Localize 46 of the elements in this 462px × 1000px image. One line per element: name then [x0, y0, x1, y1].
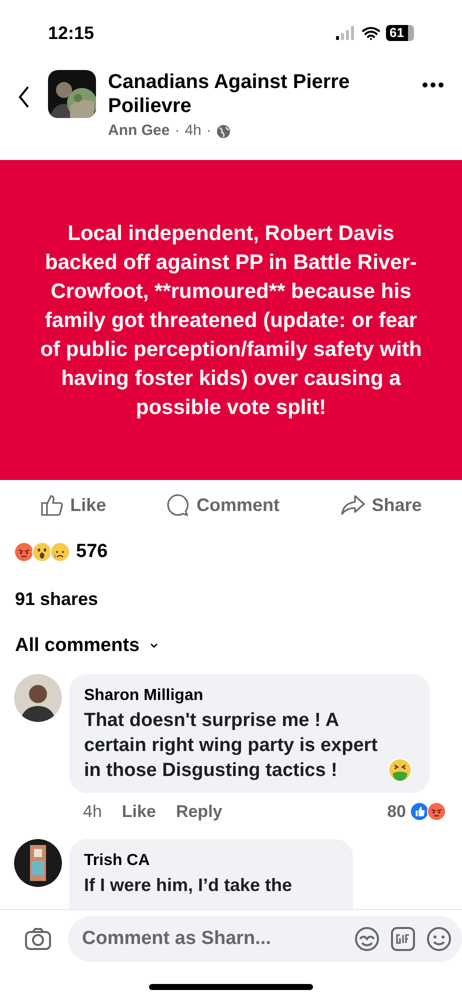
camera-button[interactable] — [24, 927, 52, 951]
commenter-avatar — [14, 674, 62, 722]
chevron-down-icon — [150, 643, 158, 649]
post-author[interactable]: Ann Gee — [108, 120, 170, 142]
like-button[interactable]: Like — [40, 492, 106, 518]
angry-face-icon — [427, 802, 446, 822]
more-button[interactable] — [422, 82, 444, 88]
back-button[interactable] — [18, 86, 30, 108]
comment-button[interactable]: Comment — [166, 492, 280, 518]
camera-icon — [24, 927, 52, 951]
angry-face-icon — [14, 542, 34, 562]
emoji-icon[interactable] — [426, 926, 452, 952]
like-link[interactable]: Like — [122, 799, 156, 824]
comment-time: 4h — [83, 801, 102, 823]
reaction-count[interactable]: 576 — [76, 538, 108, 566]
battery-level: 61 — [386, 25, 414, 41]
reply-link[interactable]: Reply — [176, 799, 222, 824]
share-button[interactable]: Share — [340, 492, 422, 518]
comment-text: If I were him, I’d take the — [84, 874, 294, 896]
thumbs-up-icon — [40, 494, 64, 516]
separator-dot: · — [206, 121, 212, 141]
share-arrow-icon — [340, 494, 366, 516]
wifi-icon — [362, 26, 380, 40]
post-time: 4h — [184, 121, 202, 141]
globe-icon — [216, 124, 232, 139]
commenter-avatar — [14, 838, 62, 886]
share-count[interactable]: 91 shares — [15, 586, 98, 612]
comment-input[interactable]: Comment as Sharn... — [82, 924, 344, 954]
comments-filter[interactable]: All comments — [15, 632, 158, 660]
commenter-name[interactable]: Trish CA — [84, 848, 338, 872]
speech-bubble-icon — [166, 493, 190, 517]
post-text: Local independent, Robert Davis backed off against PP in Battle River-Crowfoot, **rumoured** because his family got threatened (update: or fear of public perception/family safety with having foster kids) over causing a possible vote split! — [39, 220, 423, 420]
comment-field[interactable]: Comment as Sharn... — [68, 916, 462, 962]
sad-face-icon — [50, 542, 70, 562]
like-face-icon — [410, 802, 429, 822]
nauseated-face-icon — [388, 758, 412, 782]
separator-dot: · — [174, 121, 180, 141]
status-time: 12:15 — [48, 22, 94, 44]
group-name[interactable]: Canadians Against Pierre Poilievre — [108, 70, 398, 118]
avatar-sticker-icon[interactable] — [354, 926, 380, 952]
commenter-name[interactable]: Sharon Milligan — [84, 684, 415, 708]
gif-icon[interactable] — [390, 926, 416, 952]
wow-face-icon — [32, 542, 52, 562]
comment-reaction-count[interactable]: 80 — [387, 799, 406, 824]
signal-icon — [336, 26, 356, 40]
comment-text: That doesn't surprise me ! A certain right wing party is expert in those Disgusting tactics ! — [84, 709, 379, 783]
